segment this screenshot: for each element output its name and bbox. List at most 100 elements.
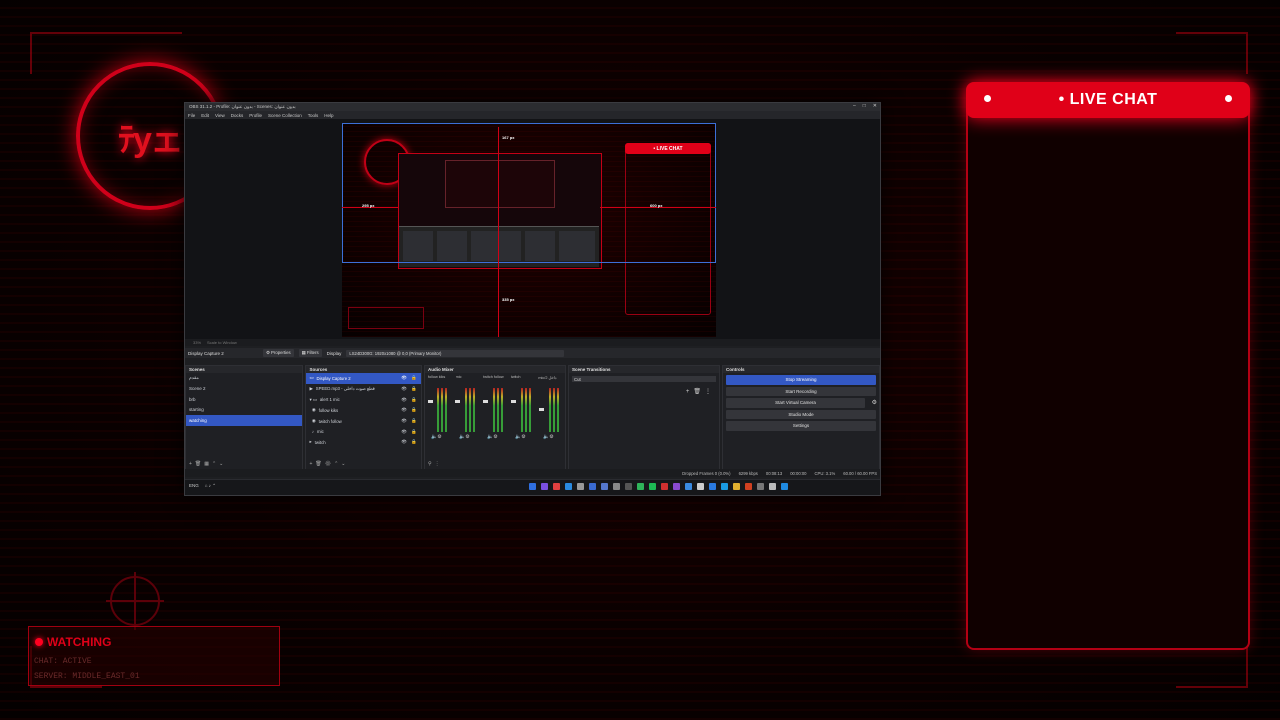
obs-window[interactable]: OBS 31.1.2 - Profile: بدون عنوان - Scene… [184,102,881,496]
search-icon[interactable] [769,483,776,490]
preview-status-box [348,307,424,329]
frame-corner-top-right [1176,32,1248,74]
tray-icons[interactable]: ⌂ ♪ ⌃ [205,483,216,489]
guide-label-left: 295 px [362,203,375,208]
source-item[interactable]: ◉ twitch follow 👁 🔒 [306,416,421,427]
visibility-icon: 👁 [401,428,407,434]
mixer-channel[interactable]: 🔈⚙ [427,388,451,440]
spotify-icon[interactable] [649,483,656,490]
sources-dock-toolbar[interactable]: +🗑⚙⌃⌄ [309,461,348,467]
scenes-dock-toolbar[interactable]: +🗑▦⌃⌄ [189,461,226,467]
app-icon[interactable] [637,483,644,490]
studio-mode-button[interactable]: Studio Mode [726,409,876,419]
maximize-icon[interactable]: □ [863,103,866,109]
app-icon[interactable] [553,483,560,490]
start-recording-button[interactable]: Start Recording [726,386,876,396]
app-icon[interactable] [577,483,584,490]
mixer-channel[interactable]: 🔈⚙ [538,388,563,440]
windows-start-icon[interactable] [781,483,788,490]
app-icon[interactable] [745,483,752,490]
scene-item[interactable]: starting [186,405,302,416]
speaker-icon: 🔈⚙ [486,434,498,440]
stop-streaming-button[interactable]: Stop Streaming [726,375,876,385]
dot-icon [1225,95,1232,102]
start-virtual-camera-button[interactable]: Start Virtual Camera ⚙ [726,398,877,408]
transition-select[interactable]: Cut [571,376,717,382]
app-icon[interactable] [541,483,548,490]
app-icon[interactable] [613,483,620,490]
source-item[interactable]: ▶ SPEED.mp3 - قطع صوت داخلی 👁 🔒 [306,384,421,395]
speaker-icon: 🔈⚙ [458,434,470,440]
scene-item-selected[interactable]: watching [186,415,303,426]
settings-button[interactable]: Settings [726,421,876,431]
menu-file[interactable]: File [188,113,195,118]
lock-icon: 🔒 [411,439,417,445]
guide-label-bottom: 335 px [502,297,515,302]
visibility-icon: 👁 [401,396,407,402]
app-icon[interactable] [685,483,692,490]
scale-mode[interactable]: Scale to Window [207,340,237,345]
app-icon[interactable] [709,483,716,490]
close-icon[interactable]: ✕ [873,103,877,109]
folder-icon[interactable] [733,483,740,490]
app-icon[interactable] [661,483,668,490]
source-item[interactable]: ▸ twitch 👁 🔒 [306,437,421,448]
app-icon[interactable] [601,483,608,490]
scene-item[interactable]: brb [186,394,302,405]
obs-statusbar: Dropped Frames 0 (0.0%) 6299 kbps 00:08:… [185,469,880,477]
scene-item[interactable]: مقدم [186,373,302,384]
app-icon[interactable] [589,483,596,490]
taskbar-apps [529,483,788,490]
app-icon[interactable] [625,483,632,490]
menu-scene-collection[interactable]: Scene Collection [268,113,302,118]
selection-bounding-box[interactable] [342,123,716,263]
mixer-channel[interactable]: 🔈⚙ [510,388,535,440]
menu-edit[interactable]: Edit [201,113,209,118]
edge-icon[interactable] [721,483,728,490]
zoom-level[interactable]: 33% [193,340,201,345]
display-select[interactable]: LS24D300G: 1920x1080 @ 0,0 (Primary Moni… [346,349,565,357]
visibility-icon: 👁 [401,407,407,413]
menu-view[interactable]: View [215,113,225,118]
source-item-selected[interactable]: ▭ Display Capture 2 👁 🔒 [306,373,421,384]
selected-source-name: Display Capture 2 [188,350,224,356]
gear-icon[interactable]: ⚙ [872,399,877,406]
lock-icon: 🔒 [411,396,417,402]
scene-item[interactable]: Scene 2 [186,384,302,395]
app-icon[interactable] [529,483,536,490]
obs-titlebar[interactable]: OBS 31.1.2 - Profile: بدون عنوان - Scene… [185,103,880,111]
controls-dock: Controls Stop Streaming Start Recording … [722,365,880,471]
stream-time: 00:08:13 [765,470,783,476]
menu-docks[interactable]: Docks [231,113,244,118]
crosshair-icon [110,576,160,626]
menu-tools[interactable]: Tools [308,113,319,118]
mixer-dock-toolbar[interactable]: ⚲⋮ [428,461,443,467]
menu-help[interactable]: Help [324,113,333,118]
filters-button[interactable]: ▦ Filters [298,349,322,357]
audio-mixer-title: Audio Mixer [424,366,565,373]
volume-fader[interactable] [510,400,516,403]
transition-toolbar[interactable]: +🗑⋮ [686,388,715,395]
mixer-channel[interactable]: 🔈⚙ [482,388,507,440]
app-icon[interactable] [697,483,704,490]
source-item[interactable]: ♪ mic 👁 🔒 [306,426,421,437]
app-icon[interactable] [565,483,572,490]
controls-dock-title: Controls [723,366,879,373]
volume-fader[interactable] [454,400,460,403]
app-icon[interactable] [673,483,680,490]
properties-button[interactable]: ⚙ Properties [263,349,294,357]
source-item[interactable]: ◉ follow kiks 👁 🔒 [306,405,421,416]
volume-fader[interactable] [482,400,488,403]
mixer-channel[interactable]: 🔈⚙ [454,388,479,440]
volume-fader[interactable] [538,408,544,411]
menu-profile[interactable]: Profile [249,113,262,118]
preview-canvas[interactable]: • LIVE CHAT 167 px 295 px 600 px 335 px [342,123,716,337]
volume-fader[interactable] [427,400,433,403]
guide-label-top: 167 px [502,135,515,140]
app-icon[interactable] [757,483,764,490]
live-chat-header: • LIVE CHAT [966,82,1250,118]
source-item[interactable]: ▾ ▭ alert 1 mic 👁 🔒 [306,394,421,405]
language-indicator[interactable]: ENG [189,483,199,489]
minimize-icon[interactable]: – [853,103,856,109]
scenes-dock-title: Scenes [186,366,303,373]
